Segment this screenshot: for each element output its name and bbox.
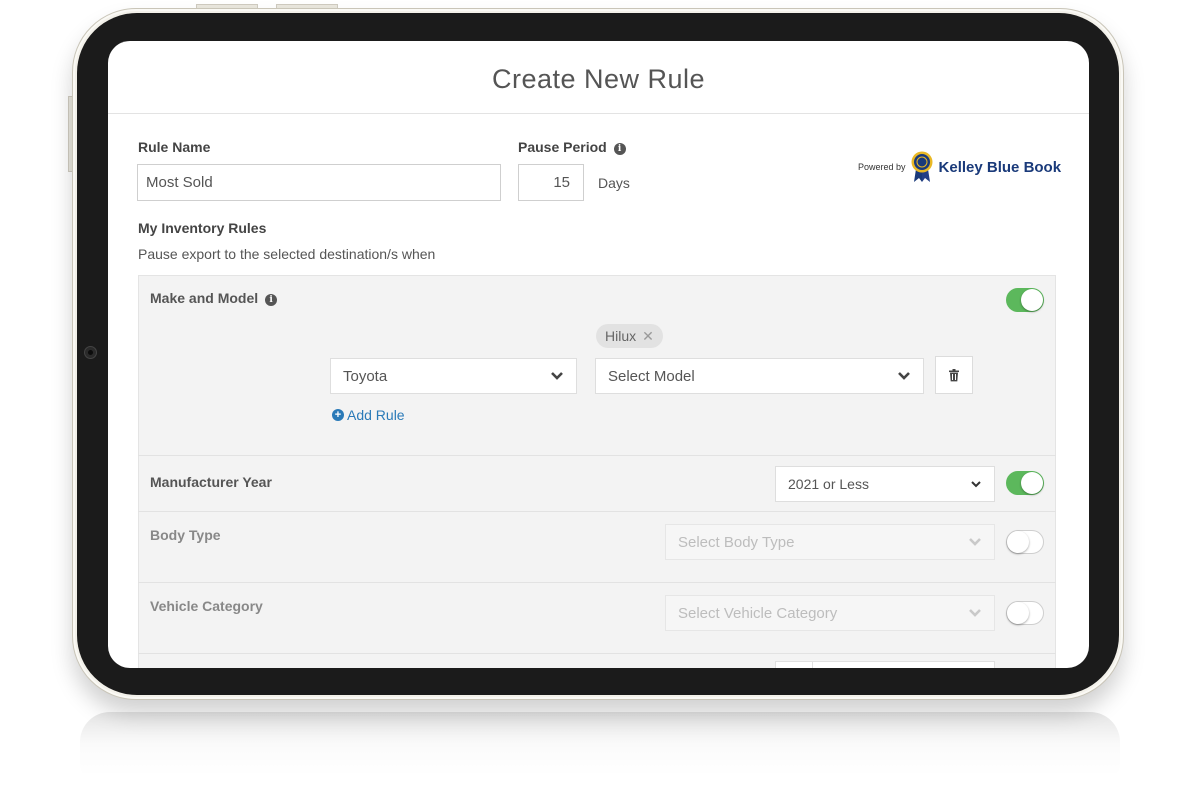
model-select-placeholder: Select Model xyxy=(608,367,695,385)
manufacturer-year-label: Manufacturer Year xyxy=(150,474,272,490)
pause-period-label-wrap: Pause Period i xyxy=(518,139,626,155)
make-select[interactable]: Toyota xyxy=(330,358,577,394)
row-divider xyxy=(138,511,1056,512)
pause-period-label: Pause Period xyxy=(518,139,607,155)
partial-input xyxy=(775,661,813,668)
row-divider xyxy=(138,653,1056,654)
toggle-knob xyxy=(1021,472,1043,494)
device-reflection xyxy=(80,712,1120,792)
pause-period-input[interactable] xyxy=(518,164,584,201)
tablet-screen: Create New Rule Rule Name Pause Period i… xyxy=(108,41,1089,668)
chevron-down-icon xyxy=(969,538,981,546)
vehicle-category-select[interactable]: Select Vehicle Category xyxy=(665,595,995,631)
trash-icon xyxy=(949,368,959,381)
toggle-knob xyxy=(1007,531,1029,553)
info-icon[interactable]: i xyxy=(613,143,626,155)
model-tag-label: Hilux xyxy=(605,328,637,344)
kbb-logo-icon xyxy=(911,151,933,182)
remove-tag-icon[interactable]: ✕ xyxy=(642,328,654,345)
toggle-knob xyxy=(1021,289,1043,311)
rule-name-label: Rule Name xyxy=(138,139,211,155)
model-select[interactable]: Select Model xyxy=(595,358,924,394)
manufacturer-year-value: 2021 or Less xyxy=(788,476,869,492)
chevron-down-icon xyxy=(969,609,981,617)
chevron-down-icon xyxy=(898,372,910,380)
plus-circle-icon: + xyxy=(332,409,344,421)
body-type-toggle[interactable] xyxy=(1006,530,1044,554)
vehicle-category-toggle[interactable] xyxy=(1006,601,1044,625)
row-divider xyxy=(138,582,1056,583)
make-model-label-wrap: Make and Model i xyxy=(150,290,278,306)
delete-rule-button[interactable] xyxy=(935,356,973,394)
make-model-toggle[interactable] xyxy=(1006,288,1044,312)
toggle-knob xyxy=(1007,602,1029,624)
vehicle-category-placeholder: Select Vehicle Category xyxy=(678,604,838,622)
chevron-down-icon xyxy=(551,372,563,380)
inventory-rules-heading: My Inventory Rules xyxy=(138,220,267,236)
model-tag: Hilux ✕ xyxy=(596,324,663,348)
add-rule-label: Add Rule xyxy=(347,407,405,423)
powered-by-text: Powered by xyxy=(858,162,906,172)
inventory-rules-subtext: Pause export to the selected destination… xyxy=(138,246,436,262)
chevron-down-icon xyxy=(971,480,981,487)
partial-select xyxy=(812,661,995,668)
modal-header: Create New Rule xyxy=(108,41,1089,114)
front-camera xyxy=(84,346,97,359)
add-rule-link[interactable]: + Add Rule xyxy=(332,407,405,423)
vehicle-category-label: Vehicle Category xyxy=(150,598,263,614)
manufacturer-year-select[interactable]: 2021 or Less xyxy=(775,466,995,502)
pause-period-unit: Days xyxy=(598,175,630,191)
make-select-value: Toyota xyxy=(343,367,388,385)
info-icon[interactable]: i xyxy=(265,294,278,306)
kbb-brand-name: Kelley Blue Book xyxy=(938,158,1062,176)
body-type-select[interactable]: Select Body Type xyxy=(665,524,995,560)
make-model-label: Make and Model xyxy=(150,290,259,306)
body-type-label: Body Type xyxy=(150,527,221,543)
row-divider xyxy=(138,455,1056,456)
manufacturer-year-toggle[interactable] xyxy=(1006,471,1044,495)
body-type-placeholder: Select Body Type xyxy=(678,533,795,551)
rule-name-input[interactable] xyxy=(137,164,501,201)
kbb-branding: Powered by Kelley Blue Book xyxy=(858,151,1061,183)
modal-title: Create New Rule xyxy=(491,63,706,94)
